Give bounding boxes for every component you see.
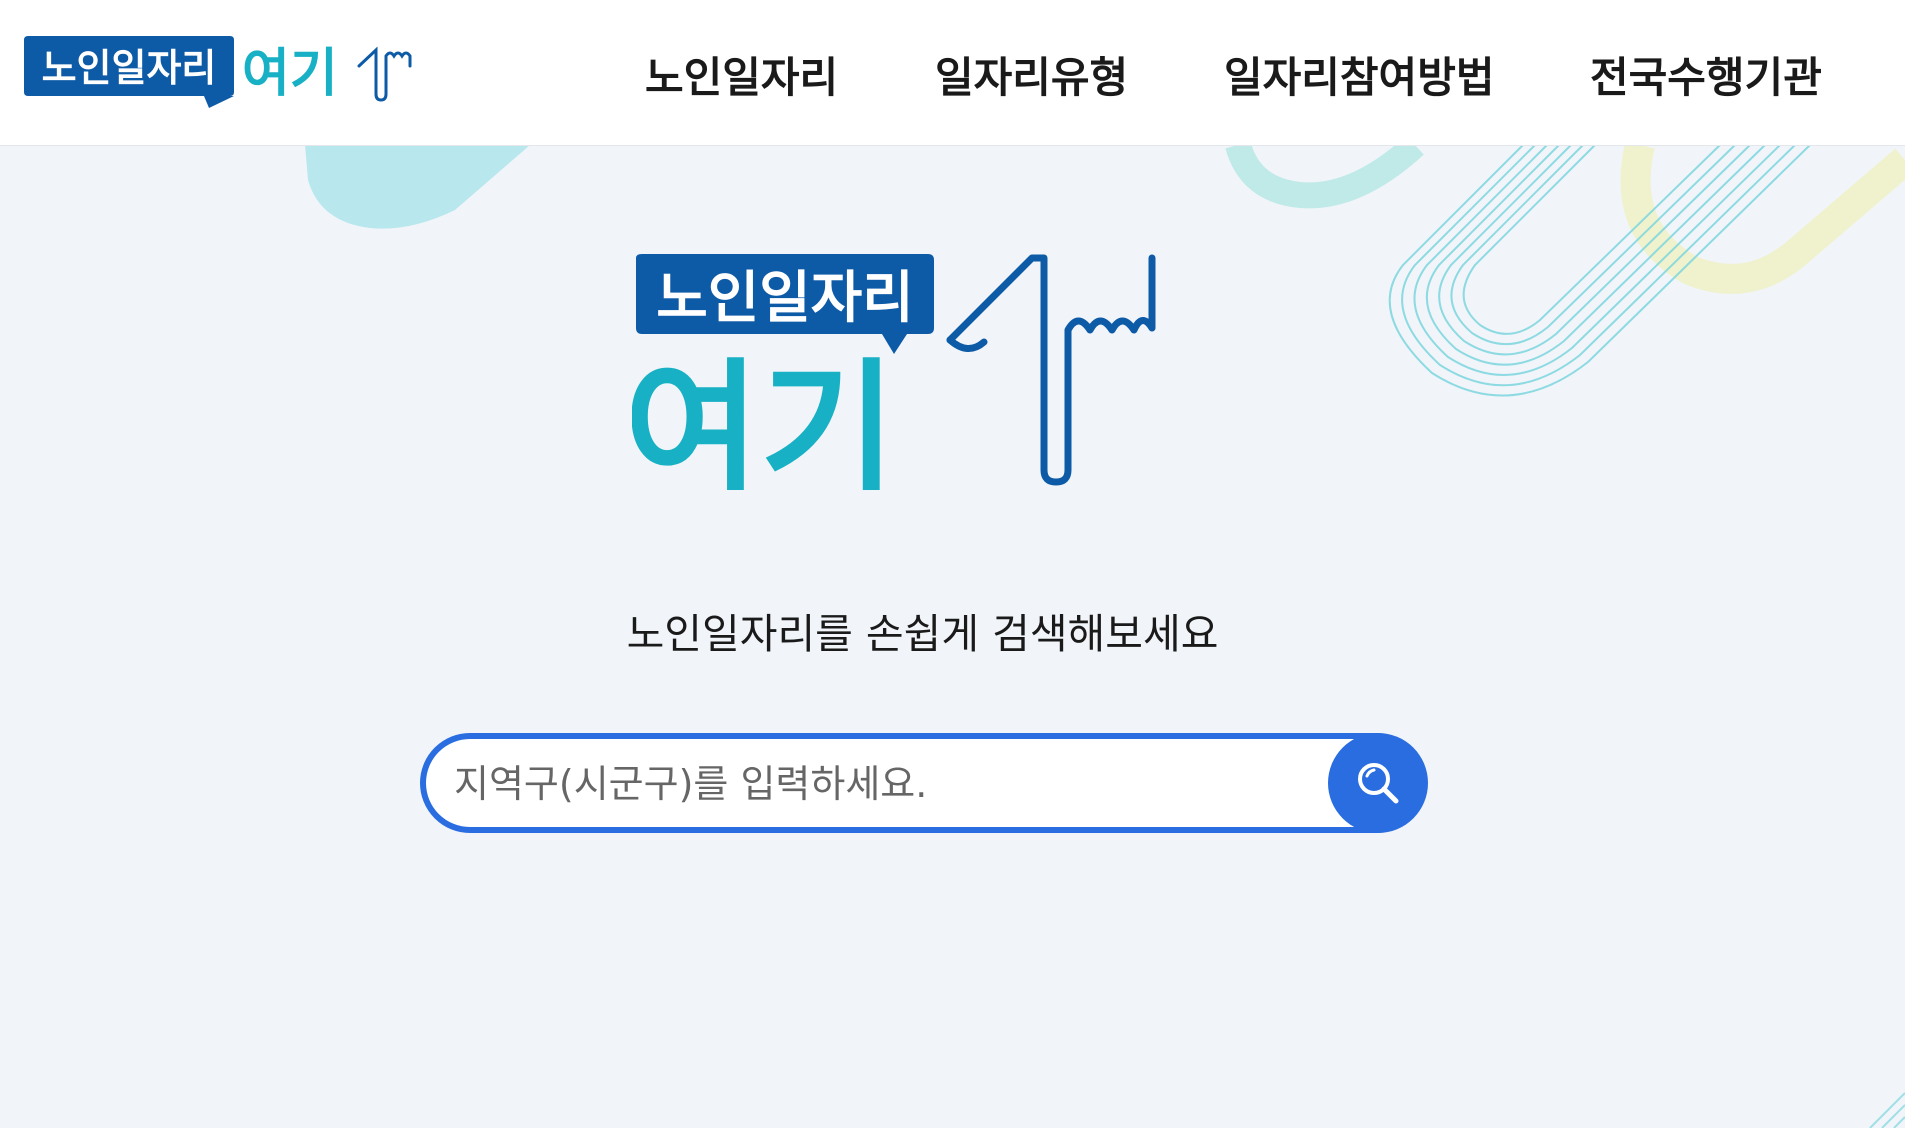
hero-logo: 노인일자리 여기 [632,254,1156,490]
nav-item-senior-jobs[interactable]: 노인일자리 [645,44,838,105]
search-input[interactable] [452,739,1246,827]
search-bar [420,733,1426,833]
hero-logo-bottom-text: 여기 [632,345,896,490]
nav-item-agencies[interactable]: 전국수행기관 [1590,44,1822,105]
search-button[interactable] [1328,733,1428,833]
site-header: 노인일자리 여기 노인일자리 일자리유형 일자리참여방법 전국수행기관 [0,0,1905,146]
main-nav: 노인일자리 일자리유형 일자리참여방법 전국수행기관 [0,0,1905,145]
background-decoration [305,135,1905,1128]
hero-logo-top-text: 노인일자리 [656,266,914,331]
search-tagline: 노인일자리를 손쉽게 검색해보세요 [626,610,1219,658]
search-icon [1358,763,1399,804]
nav-item-how-to-participate[interactable]: 일자리참여방법 [1224,44,1494,105]
nav-item-job-types[interactable]: 일자리유형 [935,44,1128,105]
